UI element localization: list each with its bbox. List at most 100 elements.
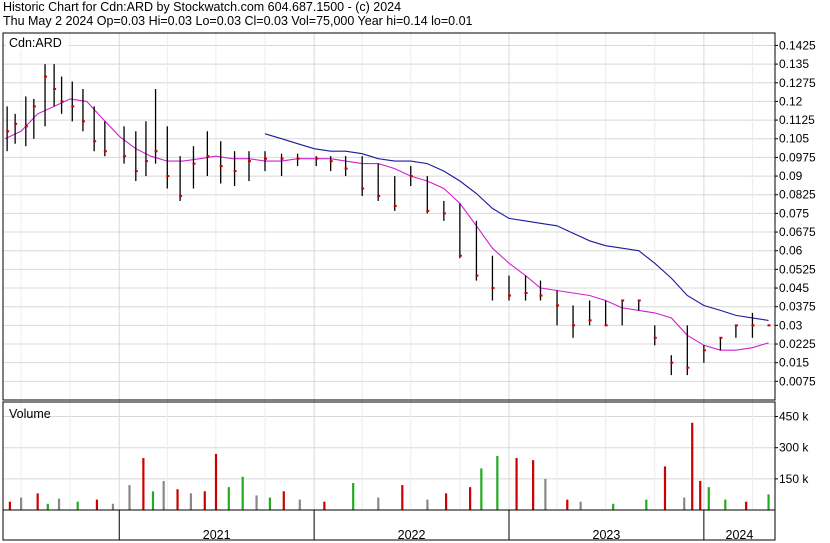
volume-bar — [214, 453, 218, 510]
price-close-mark — [653, 336, 657, 339]
price-close-mark — [179, 194, 183, 197]
volume-bar — [176, 489, 179, 510]
stock-chart: Cdn:ARD Volume 0.0075 0.015 0.0225 0.03 0.03… — [2, 32, 816, 542]
price-close-mark — [71, 105, 75, 108]
price-close-mark — [491, 287, 495, 290]
price-close-mark — [409, 175, 413, 178]
price-close-mark — [144, 160, 148, 163]
price-tick-label: 0.1125 — [779, 113, 815, 127]
price-close-mark — [154, 150, 158, 153]
volume-bar — [480, 468, 483, 510]
price-close-mark — [264, 157, 268, 160]
volume-bar — [699, 480, 702, 510]
price-tick-label: 0.09 — [779, 169, 803, 183]
volume-bar — [691, 422, 694, 510]
volume-bar — [241, 476, 244, 510]
volume-bar — [203, 491, 206, 510]
price-close-mark — [637, 299, 641, 302]
volume-bar — [20, 497, 23, 510]
year-label: 2023 — [593, 528, 621, 542]
volume-bar — [111, 503, 115, 510]
volume-bar — [377, 497, 380, 510]
volume-bar — [515, 458, 518, 510]
volume-bar — [724, 499, 727, 510]
price-close-mark — [123, 155, 127, 158]
volume-tick-label: 150 k — [779, 472, 809, 486]
volume-bar — [268, 497, 272, 510]
volume-bar — [46, 503, 49, 510]
price-close-mark — [233, 170, 237, 173]
price-close-mark — [44, 75, 48, 78]
volume-bar — [579, 501, 582, 510]
price-close-mark — [166, 175, 170, 178]
price-close-mark — [572, 324, 576, 327]
volume-bar — [151, 491, 155, 510]
price-close-mark — [344, 167, 348, 170]
year-label: 2024 — [726, 528, 754, 542]
volume-bar — [227, 487, 230, 510]
price-close-mark — [524, 292, 528, 295]
price-axis-ticks: 0.0075 0.015 0.0225 0.03 0.0375 0.045 0.0525 0.… — [775, 38, 816, 388]
price-tick-label: 0.075 — [779, 206, 809, 220]
volume-bar — [663, 466, 667, 510]
long-moving-average-line — [264, 133, 769, 321]
price-close-mark — [556, 304, 560, 307]
price-tick-label: 0.12 — [779, 94, 803, 108]
volume-axis-ticks: 150 k 300 k 450 k — [775, 410, 809, 486]
price-tick-label: 0.015 — [779, 356, 809, 370]
volume-bar — [767, 494, 770, 510]
volume-bar — [57, 498, 61, 510]
volume-bar — [745, 501, 748, 510]
volume-bar — [298, 499, 301, 510]
volume-panel-label: Volume — [9, 407, 51, 421]
price-tick-label: 0.0375 — [779, 300, 816, 314]
price-close-mark — [767, 324, 771, 327]
price-tick-label: 0.105 — [779, 132, 809, 146]
price-close-mark — [621, 299, 625, 302]
volume-bar — [162, 480, 165, 510]
volume-bar — [8, 501, 12, 510]
volume-bar — [323, 501, 326, 510]
price-close-mark — [734, 324, 738, 327]
price-close-mark — [377, 194, 381, 197]
price-close-mark — [192, 162, 196, 165]
volume-bar — [282, 491, 285, 510]
volume-bar — [128, 485, 131, 510]
price-close-mark — [6, 130, 10, 133]
price-close-mark — [442, 212, 446, 215]
volume-bars — [8, 422, 770, 510]
volume-tick-label: 450 k — [779, 410, 809, 424]
price-close-mark — [751, 324, 755, 327]
price-panel-label: Cdn:ARD — [9, 36, 62, 50]
price-close-mark — [670, 361, 674, 364]
price-close-mark — [53, 87, 57, 90]
volume-bar — [142, 458, 145, 510]
price-tick-label: 0.135 — [779, 57, 809, 71]
volume-bar — [36, 493, 39, 510]
price-close-mark — [539, 294, 543, 297]
price-close-mark — [60, 100, 64, 103]
volume-bar — [532, 460, 535, 510]
price-close-mark — [393, 204, 397, 207]
price-tick-label: 0.0225 — [779, 337, 816, 351]
price-close-mark — [93, 140, 97, 143]
price-close-mark — [315, 157, 319, 160]
price-close-mark — [24, 125, 28, 128]
volume-bar — [496, 456, 499, 510]
grid-lines — [3, 33, 775, 510]
year-label: 2022 — [398, 528, 426, 542]
volume-bar — [352, 483, 355, 510]
price-tick-label: 0.1425 — [779, 38, 816, 52]
price-close-mark — [426, 209, 430, 212]
price-close-mark — [280, 157, 284, 160]
volume-bar — [189, 493, 192, 510]
price-close-mark — [361, 187, 365, 190]
volume-bar — [444, 493, 448, 510]
price-close-mark — [686, 366, 690, 369]
volume-bar — [612, 503, 615, 510]
volume-bar — [426, 499, 429, 510]
volume-bar — [683, 497, 686, 510]
volume-bar — [76, 501, 79, 510]
volume-bar — [255, 495, 258, 510]
price-close-mark — [604, 324, 608, 327]
